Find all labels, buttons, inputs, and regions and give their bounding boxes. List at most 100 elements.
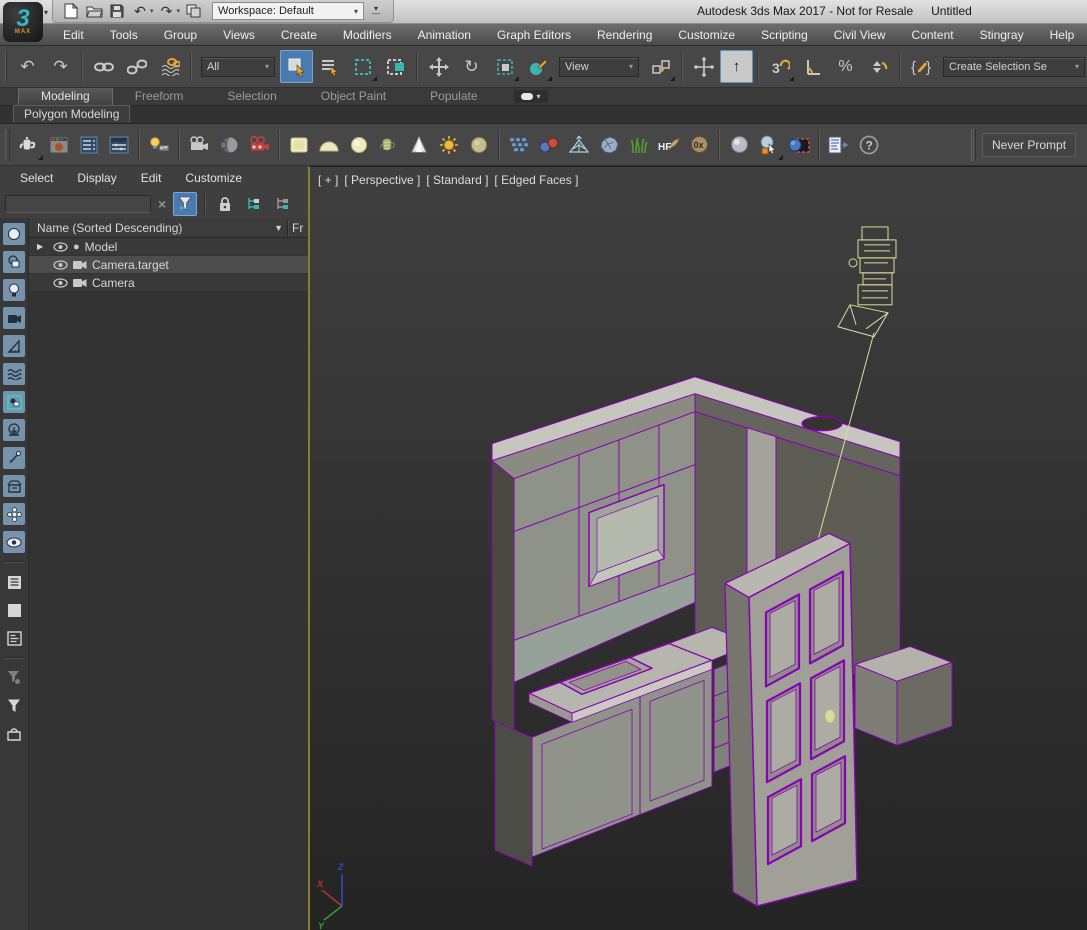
ribbon-tab-selection[interactable]: Selection <box>205 88 298 105</box>
ies-sphere-button[interactable] <box>464 129 494 161</box>
list-item-camera-target[interactable]: Camera.target <box>29 256 308 274</box>
expand-hierarchy-button[interactable] <box>242 192 266 216</box>
edit-named-selection-sets-button[interactable]: {} <box>905 50 938 83</box>
toolbar-options-button[interactable]: ▾— <box>367 2 385 20</box>
menu-help[interactable]: Help <box>1037 28 1087 42</box>
minimize-ribbon-button[interactable]: ▾ <box>514 90 548 103</box>
menu-content[interactable]: Content <box>899 28 967 42</box>
filter-settings-button[interactable] <box>3 667 25 689</box>
ribbon-tab-freeform[interactable]: Freeform <box>113 88 206 105</box>
area-light-button[interactable] <box>284 129 314 161</box>
display-systems-button[interactable] <box>3 503 25 525</box>
node-label[interactable]: Camera <box>92 276 135 290</box>
named-selection-set-dropdown[interactable]: Create Selection Se ▾ <box>943 57 1085 77</box>
undo-button[interactable]: ↶ <box>130 2 150 20</box>
selection-filter-dropdown[interactable]: All ▾ <box>201 57 275 77</box>
camera-lister-button[interactable] <box>184 129 214 161</box>
environment-settings-button[interactable] <box>104 129 134 161</box>
toolbar-grip[interactable] <box>5 129 10 161</box>
menu-tools[interactable]: Tools <box>97 28 151 42</box>
stereo-camera-button[interactable] <box>244 129 274 161</box>
open-file-button[interactable] <box>84 2 104 20</box>
display-hidden-button[interactable] <box>3 531 25 553</box>
sort-descending-icon[interactable]: ▼ <box>274 223 287 233</box>
bind-to-space-warp-button[interactable] <box>153 50 186 83</box>
dome-light-button[interactable] <box>314 129 344 161</box>
toolbar-grip[interactable] <box>971 129 976 161</box>
unlink-selection-button[interactable] <box>120 50 153 83</box>
particle-array-button[interactable] <box>504 129 534 161</box>
select-and-move-button[interactable] <box>422 50 455 83</box>
visibility-eye-icon[interactable] <box>53 260 68 270</box>
viewport-menu-general[interactable]: [ + ] <box>318 173 338 187</box>
percent-snap-toggle-button[interactable]: % <box>829 50 862 83</box>
sx-menu-customize[interactable]: Customize <box>173 171 254 185</box>
physical-camera-button[interactable] <box>214 129 244 161</box>
frozen-column-header[interactable]: Fr <box>292 221 304 235</box>
display-cameras-button[interactable] <box>3 307 25 329</box>
display-groups-button[interactable] <box>3 391 25 413</box>
menu-scripting[interactable]: Scripting <box>748 28 821 42</box>
display-lights-button[interactable] <box>3 279 25 301</box>
app-menu-caret-icon[interactable]: ▾ <box>44 8 48 17</box>
node-label[interactable]: Model <box>85 240 118 254</box>
search-filter-button[interactable] <box>173 192 197 216</box>
list-item-model[interactable]: ▶ ● Model <box>29 238 308 256</box>
door-model[interactable] <box>725 534 857 907</box>
sx-menu-edit[interactable]: Edit <box>129 171 174 185</box>
redo-scene-button[interactable]: ↷ <box>44 50 77 83</box>
visibility-eye-icon[interactable] <box>53 278 68 288</box>
clear-search-icon[interactable]: × <box>156 196 168 212</box>
help-button[interactable]: ? <box>854 129 884 161</box>
search-input[interactable] <box>5 195 151 213</box>
select-and-rotate-button[interactable]: ↻ <box>455 50 488 83</box>
menu-views[interactable]: Views <box>210 28 268 42</box>
menu-animation[interactable]: Animation <box>405 28 484 42</box>
display-geometry-button[interactable] <box>3 223 25 245</box>
assign-material-button[interactable] <box>784 129 814 161</box>
name-column-header[interactable]: Name (Sorted Descending) <box>37 221 274 235</box>
flat-list-button[interactable] <box>3 599 25 621</box>
snaps-toggle-button[interactable]: 3 <box>763 50 796 83</box>
undo-history-caret-icon[interactable]: ▾ <box>150 7 154 15</box>
rendered-frame-window-button[interactable] <box>74 129 104 161</box>
select-object-button[interactable] <box>280 50 313 83</box>
select-and-place-button[interactable] <box>521 50 554 83</box>
material-editor-button[interactable] <box>724 129 754 161</box>
hair-fur-button[interactable]: HF <box>654 129 684 161</box>
menu-group[interactable]: Group <box>151 28 210 42</box>
collapse-hierarchy-button[interactable] <box>271 192 295 216</box>
sx-menu-select[interactable]: Select <box>8 171 65 185</box>
select-and-link-button[interactable] <box>87 50 120 83</box>
menu-customize[interactable]: Customize <box>665 28 748 42</box>
reference-coordinate-dropdown[interactable]: View ▾ <box>559 57 639 77</box>
grass-button[interactable] <box>624 129 654 161</box>
menu-civil-view[interactable]: Civil View <box>821 28 899 42</box>
node-label[interactable]: Camera.target <box>92 258 169 272</box>
door-knob[interactable] <box>825 710 835 723</box>
select-and-manipulate-button[interactable] <box>687 50 720 83</box>
viewport-menu-renderer[interactable]: [ Standard ] <box>426 173 488 187</box>
angle-snap-toggle-button[interactable] <box>796 50 829 83</box>
visibility-eye-icon[interactable] <box>53 242 68 252</box>
ribbon-tab-populate[interactable]: Populate <box>408 88 499 105</box>
kitchen-model[interactable] <box>492 377 952 866</box>
material-picker-button[interactable] <box>754 129 784 161</box>
projection-helper-button[interactable] <box>564 129 594 161</box>
menu-create[interactable]: Create <box>268 28 330 42</box>
window-crossing-toggle-button[interactable] <box>379 50 412 83</box>
list-item-camera[interactable]: Camera <box>29 274 308 292</box>
redo-history-caret-icon[interactable]: ▾ <box>177 7 181 15</box>
menu-rendering[interactable]: Rendering <box>584 28 665 42</box>
menu-edit[interactable]: Edit <box>50 28 97 42</box>
menu-modifiers[interactable]: Modifiers <box>330 28 405 42</box>
script-listener-button[interactable] <box>824 129 854 161</box>
sun-light-button[interactable] <box>434 129 464 161</box>
undo-scene-button[interactable]: ↶ <box>11 50 44 83</box>
viewport-scene[interactable]: X Y Z <box>310 167 1087 930</box>
save-file-button[interactable] <box>107 2 127 20</box>
spinner-snap-toggle-button[interactable] <box>862 50 895 83</box>
select-and-scale-button[interactable] <box>488 50 521 83</box>
menu-stingray[interactable]: Stingray <box>967 28 1037 42</box>
viewport-menu-shading[interactable]: [ Edged Faces ] <box>494 173 578 187</box>
